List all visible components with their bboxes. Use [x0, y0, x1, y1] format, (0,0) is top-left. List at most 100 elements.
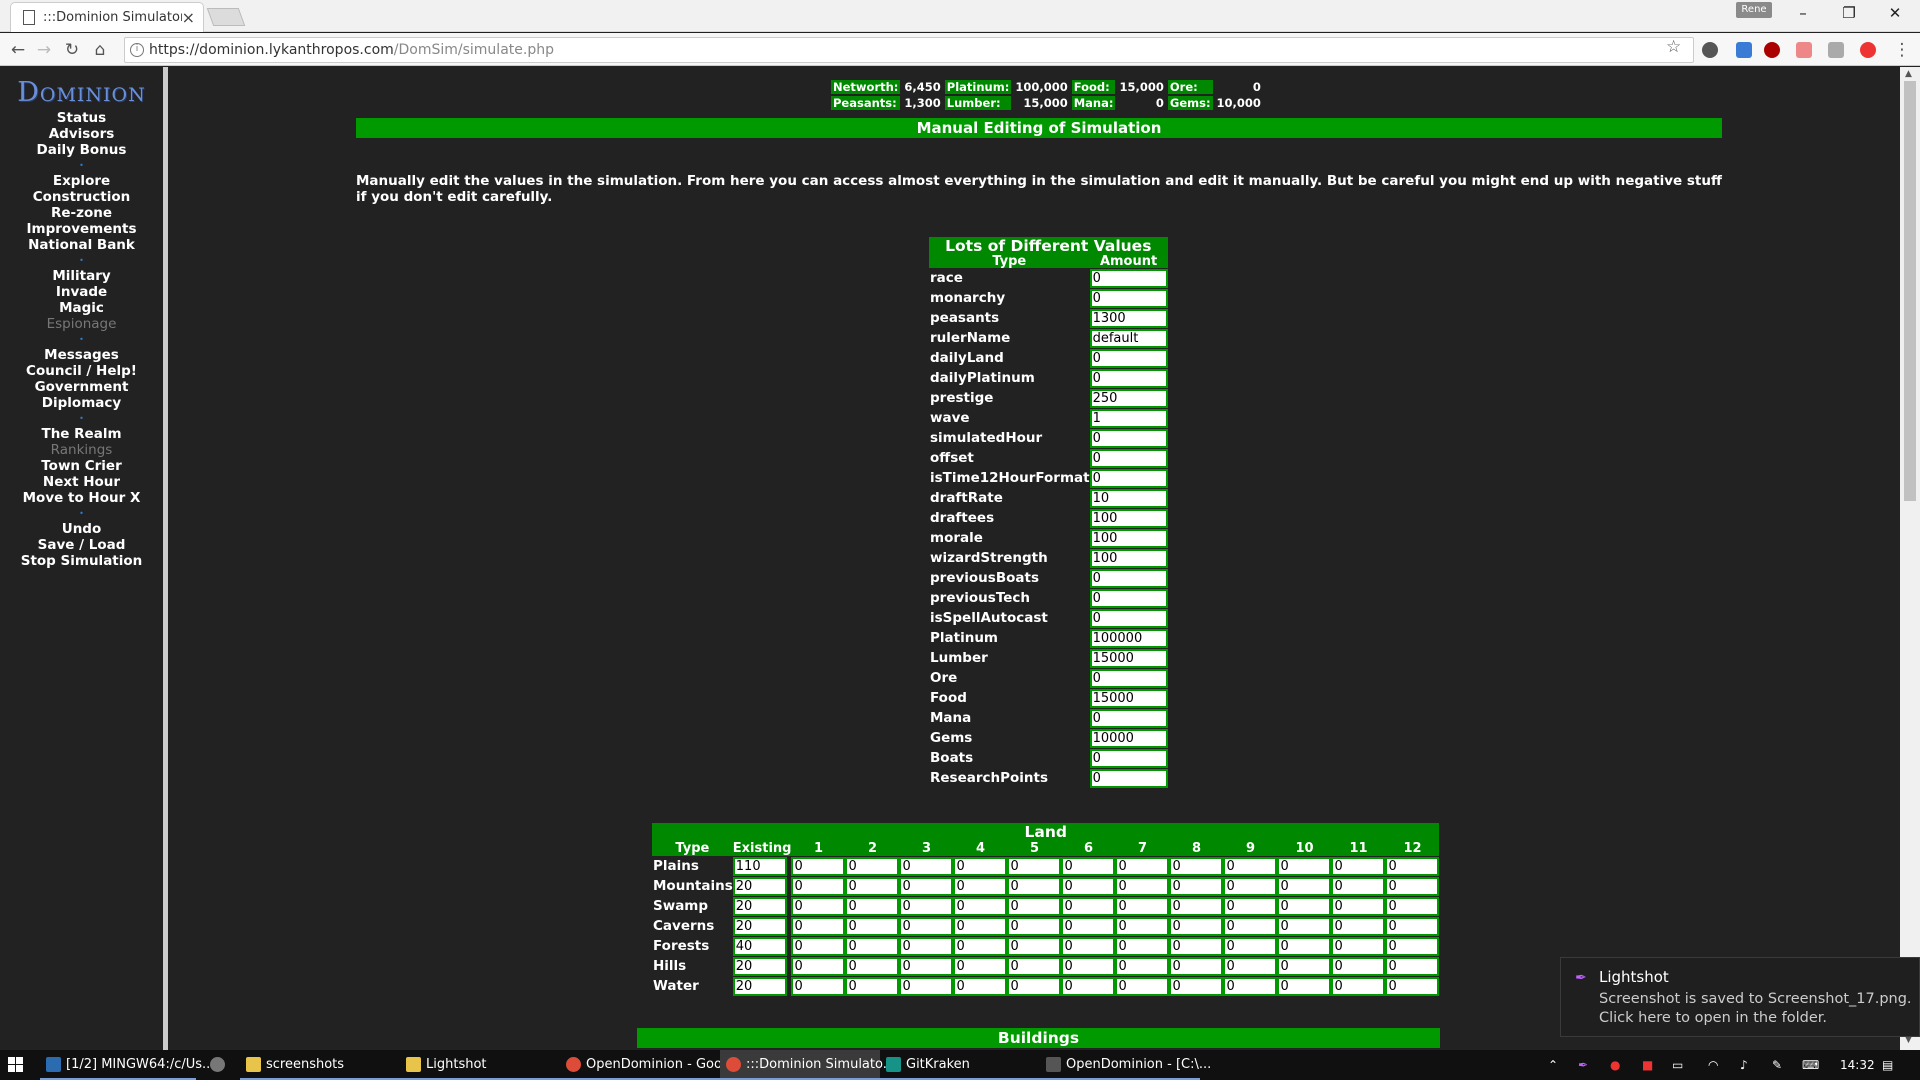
land-input[interactable]: [1277, 976, 1332, 996]
value-input[interactable]: [1089, 348, 1168, 368]
land-input[interactable]: [1277, 856, 1332, 876]
land-input[interactable]: [791, 896, 846, 916]
land-input[interactable]: [1061, 856, 1116, 876]
land-input[interactable]: [899, 916, 954, 936]
action-center-icon[interactable]: ▤: [1882, 1050, 1893, 1080]
land-input[interactable]: [1277, 916, 1332, 936]
sidebar-item-advisors[interactable]: Advisors: [0, 126, 163, 142]
back-arrow-icon[interactable]: ←: [6, 38, 30, 62]
land-input[interactable]: [732, 976, 787, 996]
dominion-logo[interactable]: Dominion: [0, 77, 163, 108]
land-input[interactable]: [1277, 956, 1332, 976]
cube-extension-icon[interactable]: [1828, 42, 1844, 58]
land-input[interactable]: [1115, 896, 1170, 916]
value-input[interactable]: [1089, 448, 1168, 468]
shield-extension-icon[interactable]: [1860, 42, 1876, 58]
land-input[interactable]: [899, 936, 954, 956]
land-input[interactable]: [791, 976, 846, 996]
value-input[interactable]: [1089, 588, 1168, 608]
land-input[interactable]: [1277, 876, 1332, 896]
tray-battery-icon[interactable]: ▭: [1672, 1050, 1683, 1080]
land-input[interactable]: [1331, 876, 1386, 896]
land-input[interactable]: [1115, 856, 1170, 876]
sidebar-item-daily-bonus[interactable]: Daily Bonus: [0, 142, 163, 158]
value-input[interactable]: [1089, 328, 1168, 348]
tab-close-icon[interactable]: ×: [182, 8, 195, 27]
land-input[interactable]: [1385, 976, 1440, 996]
land-input[interactable]: [1169, 856, 1224, 876]
land-input[interactable]: [732, 876, 787, 896]
tray-volume-icon[interactable]: ♪: [1740, 1050, 1748, 1080]
clock-time[interactable]: 14:32: [1840, 1050, 1875, 1080]
taskbar-item-phpstorm[interactable]: OpenDominion - [C:\...: [1040, 1050, 1211, 1080]
land-input[interactable]: [791, 876, 846, 896]
land-input[interactable]: [899, 976, 954, 996]
sidebar-item-improvements[interactable]: Improvements: [0, 221, 163, 237]
extension-icon[interactable]: [1736, 42, 1752, 58]
sidebar-item-next-hour[interactable]: Next Hour: [0, 474, 163, 490]
land-input[interactable]: [1169, 916, 1224, 936]
tray-alert-icon[interactable]: ■: [1642, 1050, 1653, 1080]
pdf-extension-icon[interactable]: [1796, 42, 1812, 58]
land-input[interactable]: [1385, 876, 1440, 896]
sidebar-item-construction[interactable]: Construction: [0, 189, 163, 205]
land-input[interactable]: [1223, 976, 1278, 996]
land-input[interactable]: [953, 916, 1008, 936]
land-input[interactable]: [732, 956, 787, 976]
value-input[interactable]: [1089, 308, 1168, 328]
land-input[interactable]: [1277, 896, 1332, 916]
value-input[interactable]: [1089, 568, 1168, 588]
land-input[interactable]: [953, 956, 1008, 976]
land-input[interactable]: [899, 896, 954, 916]
land-input[interactable]: [953, 876, 1008, 896]
ublock-icon[interactable]: [1764, 42, 1780, 58]
sidebar-item-stop-simulation[interactable]: Stop Simulation: [0, 553, 163, 569]
home-icon[interactable]: ⌂: [88, 38, 112, 62]
windows-start-icon[interactable]: [8, 1057, 24, 1073]
land-input[interactable]: [1223, 876, 1278, 896]
land-input[interactable]: [1115, 936, 1170, 956]
land-input[interactable]: [1169, 896, 1224, 916]
land-input[interactable]: [1277, 936, 1332, 956]
taskbar-item-screenshots[interactable]: screenshots: [240, 1050, 400, 1080]
land-input[interactable]: [1385, 936, 1440, 956]
taskbar-item-chrome-opendominion[interactable]: OpenDominion - Goo...: [560, 1050, 734, 1080]
land-input[interactable]: [1061, 896, 1116, 916]
value-input[interactable]: [1089, 528, 1168, 548]
sidebar-item-government[interactable]: Government: [0, 379, 163, 395]
land-input[interactable]: [791, 916, 846, 936]
sidebar-item-diplomacy[interactable]: Diplomacy: [0, 395, 163, 411]
sidebar-item-messages[interactable]: Messages: [0, 347, 163, 363]
page-scrollbar[interactable]: ▲ ▼: [1900, 67, 1920, 1050]
land-input[interactable]: [791, 856, 846, 876]
land-input[interactable]: [1331, 936, 1386, 956]
land-input[interactable]: [1169, 936, 1224, 956]
land-input[interactable]: [845, 916, 900, 936]
tray-keyboard-icon[interactable]: ⌨: [1802, 1050, 1819, 1080]
tray-pen-icon[interactable]: ✎: [1772, 1050, 1782, 1080]
value-input[interactable]: [1089, 388, 1168, 408]
land-input[interactable]: [845, 856, 900, 876]
land-input[interactable]: [1115, 916, 1170, 936]
land-input[interactable]: [1007, 976, 1062, 996]
land-input[interactable]: [1007, 956, 1062, 976]
land-input[interactable]: [899, 856, 954, 876]
value-input[interactable]: [1089, 548, 1168, 568]
sidebar-item-move-to-hour[interactable]: Move to Hour X: [0, 490, 163, 506]
lightshot-notification[interactable]: ✒ Lightshot Screenshot is saved to Scree…: [1560, 957, 1920, 1037]
land-input[interactable]: [1007, 936, 1062, 956]
land-input[interactable]: [845, 896, 900, 916]
land-input[interactable]: [953, 856, 1008, 876]
maximize-button[interactable]: ❐: [1826, 0, 1872, 28]
land-input[interactable]: [845, 936, 900, 956]
value-input[interactable]: [1089, 488, 1168, 508]
forward-arrow-icon[interactable]: →: [32, 38, 56, 62]
land-input[interactable]: [1007, 896, 1062, 916]
taskbar-item-gitkraken[interactable]: GitKraken: [880, 1050, 1040, 1080]
value-input[interactable]: [1089, 508, 1168, 528]
land-input[interactable]: [899, 876, 954, 896]
gear-extension-icon[interactable]: [1702, 42, 1718, 58]
land-input[interactable]: [1331, 896, 1386, 916]
sidebar-item-status[interactable]: Status: [0, 110, 163, 126]
land-input[interactable]: [1169, 976, 1224, 996]
